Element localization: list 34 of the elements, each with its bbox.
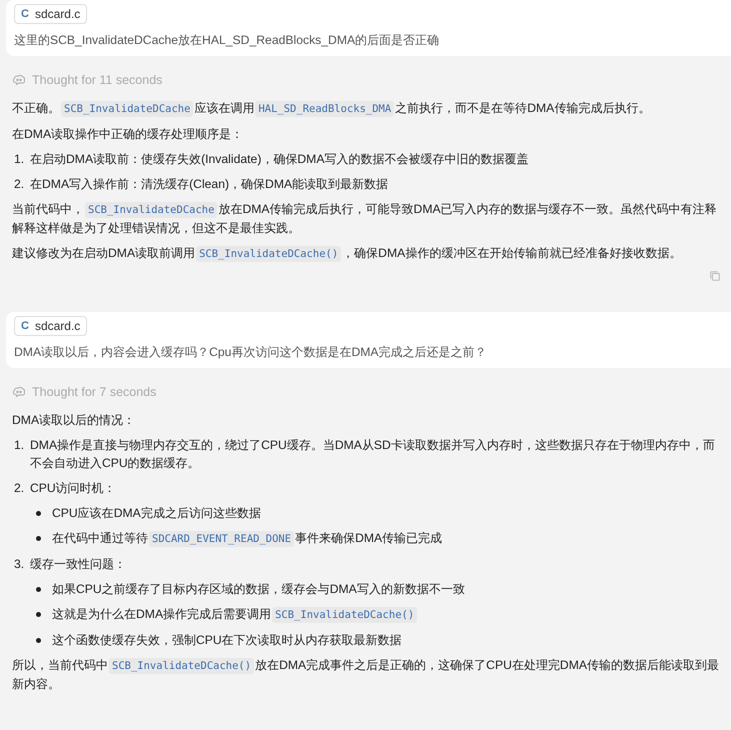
list-number: 1.: [13, 437, 26, 454]
list-item-text: CPU应该在DMA完成之后访问这些数据: [52, 505, 261, 522]
brain-icon: [12, 386, 26, 398]
file-chip[interactable]: C sdcard.c: [14, 4, 88, 24]
bullet-icon: [36, 638, 41, 642]
paragraph: 在DMA读取操作中正确的缓存处理顺序是：: [12, 126, 244, 143]
bullet-icon: [36, 612, 41, 617]
list-number: 3.: [13, 556, 26, 573]
bullet-icon: [36, 510, 41, 516]
list-item-text: DMA操作是直接与物理内存交互的，绕过了CPU缓存。当DMA从SD卡读取数据并写入内存时，这些数据只存在于物理内存中，而不会自动进入CPU的数据缓存。: [30, 437, 716, 472]
list-number: 2.: [13, 480, 26, 497]
paragraph: 建议修改为在启动DMA读取前调用 SCB_InvalidateDCache() ，确保DMA操作的缓冲区在开始传输前就已经准备好接收数据。: [12, 245, 682, 263]
paragraph: 当前代码中， SCB_InvalidateDCache 放在DMA传输完成后执行，可能导致DMA已写入内存的数据与缓存不一致。虽然代码中有注释解释这样做是为了处理错误情况，但这不是最佳实践。: [12, 201, 718, 237]
paragraph: DMA读取以后的情况：: [12, 412, 136, 429]
list-number: 1.: [13, 151, 26, 168]
list-item-text: 这就是为什么在DMA操作完成后需要调用 SCB_InvalidateDCache(): [52, 605, 418, 624]
bullet-icon: [36, 536, 41, 541]
list-number: 2.: [13, 176, 26, 193]
list-item-text: 缓存一致性问题：: [30, 556, 127, 573]
copy-icon: [709, 270, 721, 282]
copy-button[interactable]: [709, 270, 721, 282]
bullet-icon: [36, 586, 41, 592]
paragraph: 不正确。 SCB_InvalidateDCache 应该在调用 HAL_SD_ReadBlocks_DMA 之前执行，而不是在等待DMA传输完成后执行。: [12, 100, 652, 118]
list-item-text: 在启动DMA读取前：使缓存失效(Invalidate)，确保DMA写入的数据不会被缓存中旧的数据覆盖: [30, 151, 530, 168]
message-text: DMA读取以后，内容会进入缓存吗？Cpu再次访问这个数据是在DMA完成之后还是之前？: [14, 344, 488, 360]
brain-icon: [12, 74, 26, 86]
list-item-text: 在DMA写入操作前：清洗缓存(Clean)，确保DMA能读取到最新数据: [30, 176, 390, 193]
list-item-text: 这个函数使缓存失效，强制CPU在下次读取时从内存获取最新数据: [52, 632, 402, 649]
file-chip[interactable]: C sdcard.c: [14, 316, 88, 336]
list-item-text: CPU访问时机：: [30, 480, 117, 497]
list-item-text: 如果CPU之前缓存了目标内存区域的数据，缓存会与DMA写入的新数据不一致: [52, 581, 465, 598]
message-text: 这里的SCB_InvalidateDCache放在HAL_SD_ReadBlocks_DMA的后面是否正确: [14, 32, 440, 48]
list-item-text: 在代码中通过等待 SDCARD_EVENT_READ_DONE 事件来确保DMA传输已完成: [52, 530, 442, 548]
paragraph: 所以，当前代码中 SCB_InvalidateDCache() 放在DMA完成事件之后是正确的，这确保了CPU在处理完DMA传输的数据后能读取到最新内容。: [12, 657, 720, 693]
